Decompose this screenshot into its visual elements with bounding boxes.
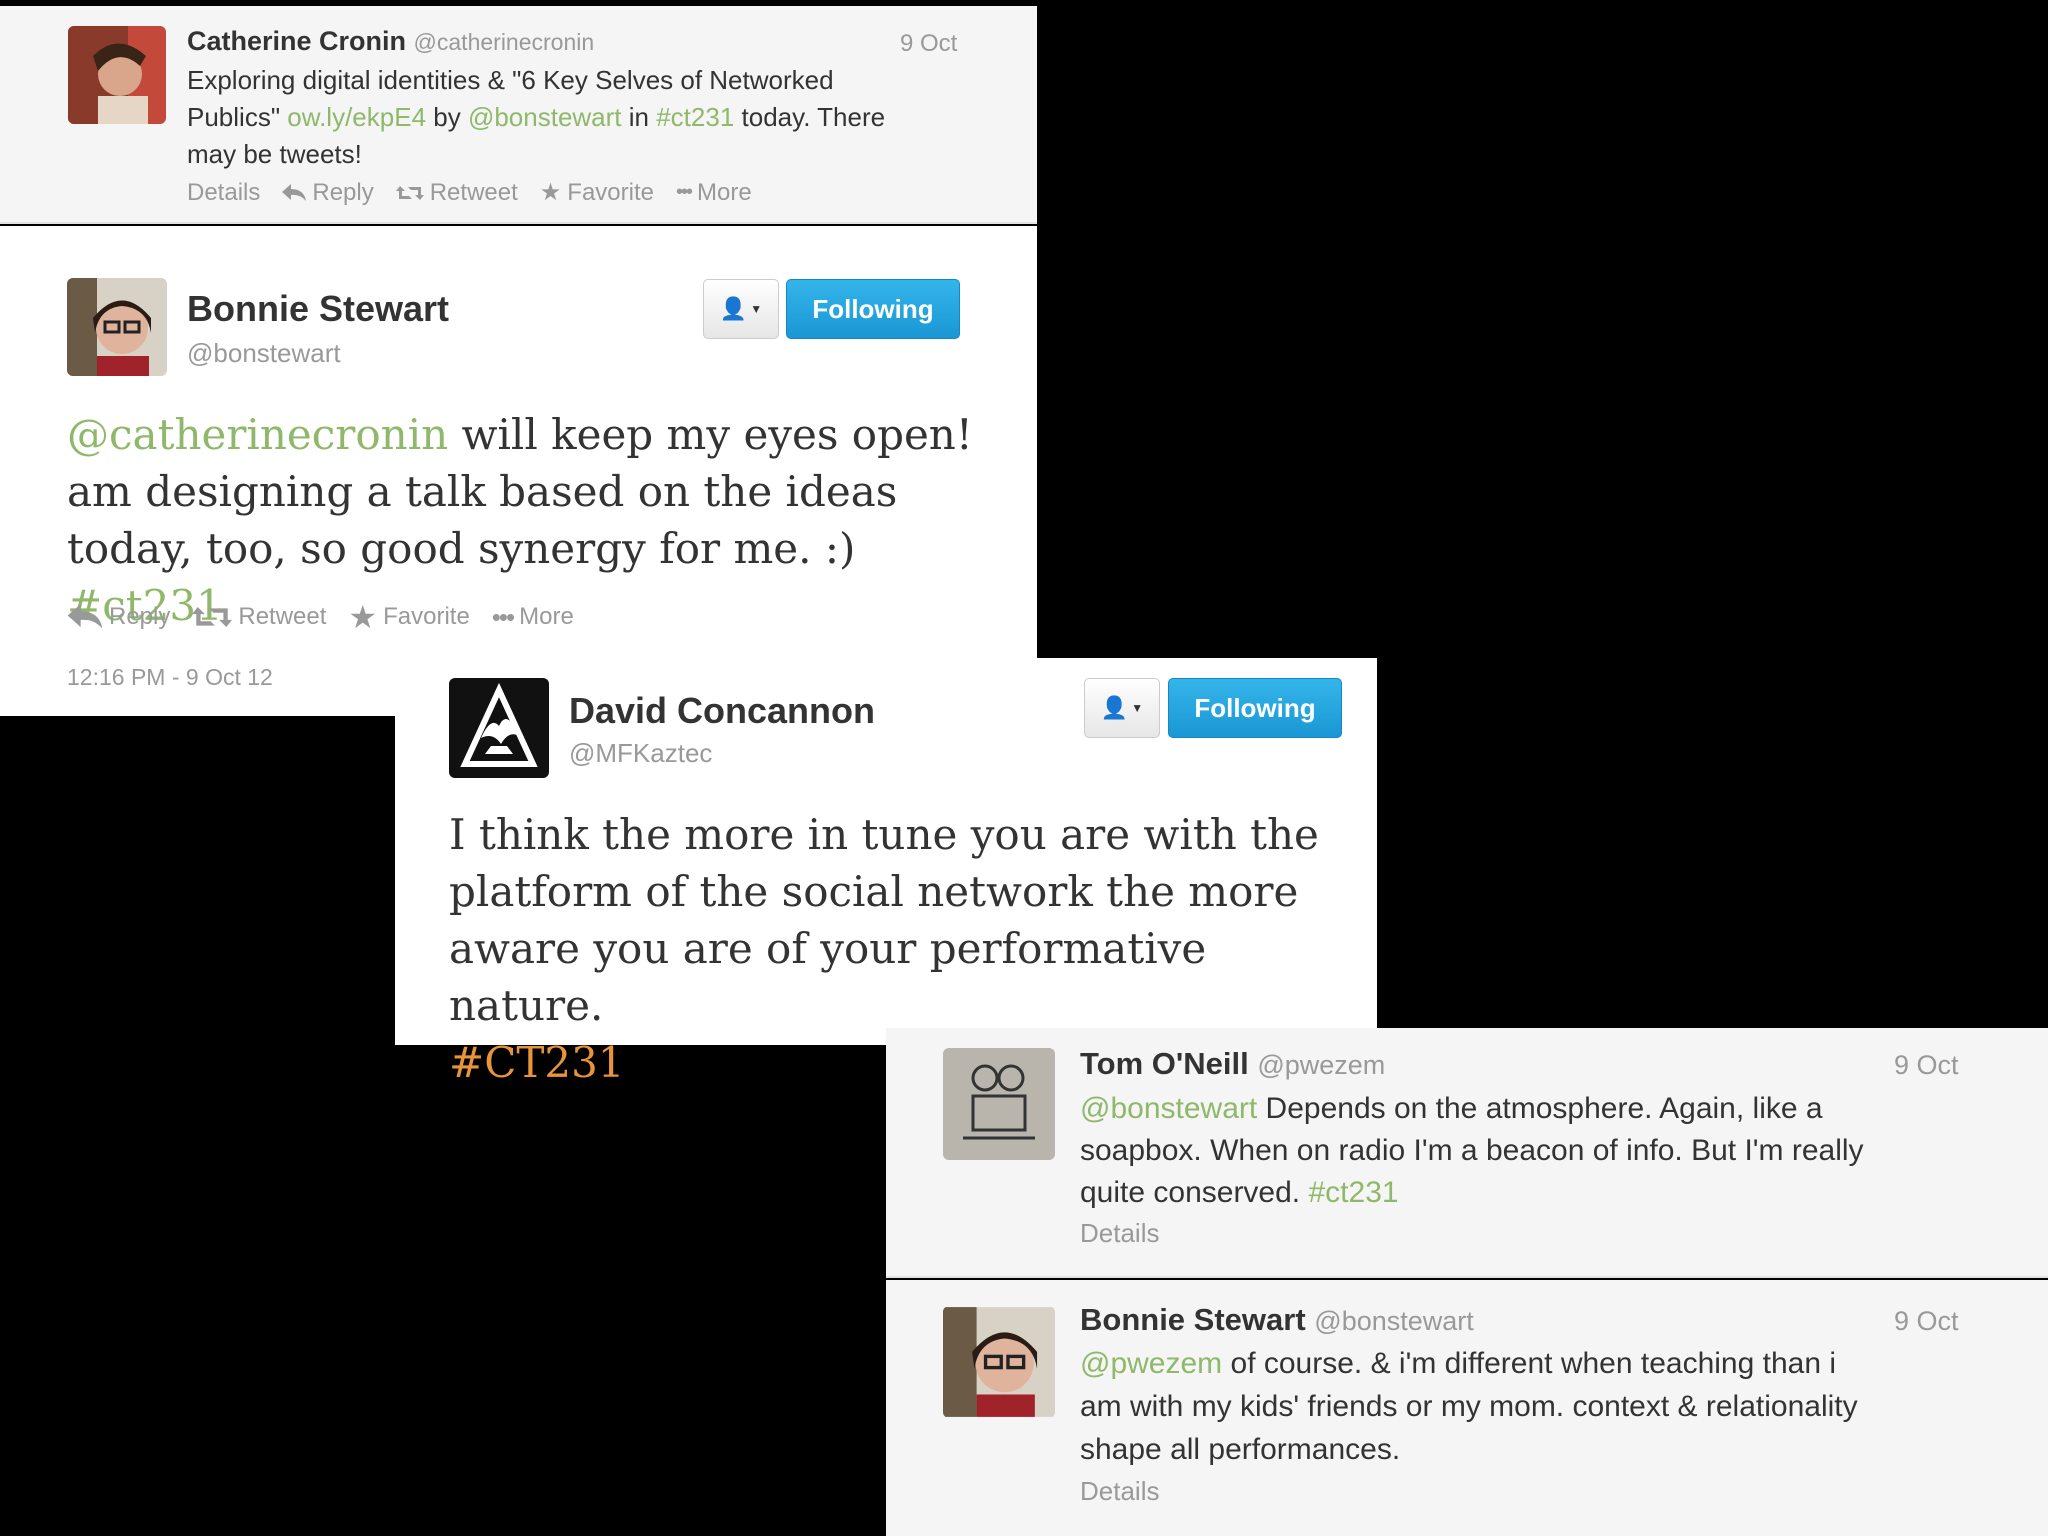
chevron-down-icon: ▼ (1131, 701, 1144, 715)
tweet-card-tom: Tom O'Neill @pwezem 9 Oct @bonstewart De… (886, 1028, 2048, 1278)
tweet-date[interactable]: 9 Oct (1894, 1306, 1959, 1337)
tweet-text: @pwezem of course. & i'm different when … (1080, 1347, 1858, 1466)
author-name[interactable]: Bonnie Stewart (1080, 1302, 1306, 1337)
retweet-button[interactable]: Retweet (192, 603, 326, 631)
hashtag-link[interactable]: #ct231 (656, 102, 734, 132)
star-icon: ★ (348, 599, 378, 635)
user-actions-button[interactable]: 👤 ▼ (703, 279, 779, 339)
reply-icon (282, 183, 307, 202)
user-actions-button[interactable]: 👤 ▼ (1084, 678, 1160, 738)
avatar[interactable] (943, 1048, 1055, 1160)
tweet-actions: Details Reply Retweet ★ Favorite ••• Mor… (187, 178, 774, 207)
tweet-card-david: David Concannon @MFKaztec 👤 ▼ Following … (395, 658, 1377, 1087)
link[interactable]: ow.ly/ekpE4 (287, 102, 426, 132)
retweet-icon (395, 184, 424, 202)
tweet-text: @bonstewart Depends on the atmosphere. A… (1080, 1092, 1864, 1209)
more-icon: ••• (491, 601, 515, 632)
author-handle[interactable]: @MFKaztec (569, 738, 712, 769)
tweet-card-bonnie-expanded: Bonnie Stewart @bonstewart 👤 ▼ Following… (0, 226, 1037, 716)
favorite-button[interactable]: ★ Favorite (348, 598, 469, 636)
details-link[interactable]: Details (1080, 1218, 1159, 1249)
author-handle[interactable]: @bonstewart (1314, 1306, 1473, 1336)
more-button[interactable]: ••• More (492, 602, 574, 633)
author-name[interactable]: Catherine Cronin (187, 26, 406, 56)
mention-link[interactable]: @bonstewart (1080, 1092, 1257, 1125)
author-name[interactable]: Tom O'Neill (1080, 1046, 1249, 1081)
user-icon: 👤 (1100, 695, 1129, 720)
author-handle[interactable]: @catherinecronin (414, 29, 595, 55)
retweet-button[interactable]: Retweet (395, 179, 518, 207)
reply-button[interactable]: Reply (282, 179, 374, 207)
following-button[interactable]: Following (786, 279, 960, 339)
favorite-button[interactable]: ★ Favorite (540, 178, 654, 207)
avatar[interactable] (449, 678, 549, 778)
reply-button[interactable]: Reply (67, 603, 170, 631)
hashtag-link[interactable]: #ct231 (1308, 1176, 1398, 1209)
tweet-card-catherine: Catherine Cronin @catherinecronin 9 Oct … (0, 6, 1037, 224)
author-name[interactable]: David Concannon (569, 690, 875, 732)
reply-icon (67, 604, 103, 630)
following-button[interactable]: Following (1168, 678, 1342, 738)
avatar[interactable] (68, 26, 166, 124)
tweet-date[interactable]: 9 Oct (900, 30, 957, 58)
tweet-date[interactable]: 9 Oct (1894, 1050, 1959, 1081)
author-name[interactable]: Bonnie Stewart (187, 288, 449, 330)
star-icon: ★ (539, 179, 562, 206)
more-button[interactable]: ••• More (676, 179, 752, 207)
tweet-actions: Reply Retweet ★ Favorite ••• More (67, 598, 596, 636)
author-handle[interactable]: @bonstewart (187, 338, 341, 369)
mention-link[interactable]: @bonstewart (468, 102, 622, 132)
details-link[interactable]: Details (187, 179, 260, 207)
tweet-card-bonnie-reply: Bonnie Stewart @bonstewart 9 Oct @pwezem… (886, 1280, 2048, 1536)
retweet-icon (192, 604, 233, 630)
details-link[interactable]: Details (1080, 1476, 1159, 1507)
user-icon: 👤 (719, 296, 748, 321)
tweet-timestamp[interactable]: 12:16 PM - 9 Oct 12 (67, 664, 273, 691)
chevron-down-icon: ▼ (750, 302, 763, 316)
more-icon: ••• (675, 181, 693, 203)
tweet-text: Exploring digital identities & "6 Key Se… (187, 65, 886, 169)
author-handle[interactable]: @pwezem (1257, 1050, 1385, 1080)
mention-link[interactable]: @pwezem (1080, 1347, 1222, 1380)
avatar[interactable] (67, 278, 167, 376)
mention-link[interactable]: @catherinecronin (67, 410, 448, 459)
avatar[interactable] (943, 1306, 1055, 1418)
